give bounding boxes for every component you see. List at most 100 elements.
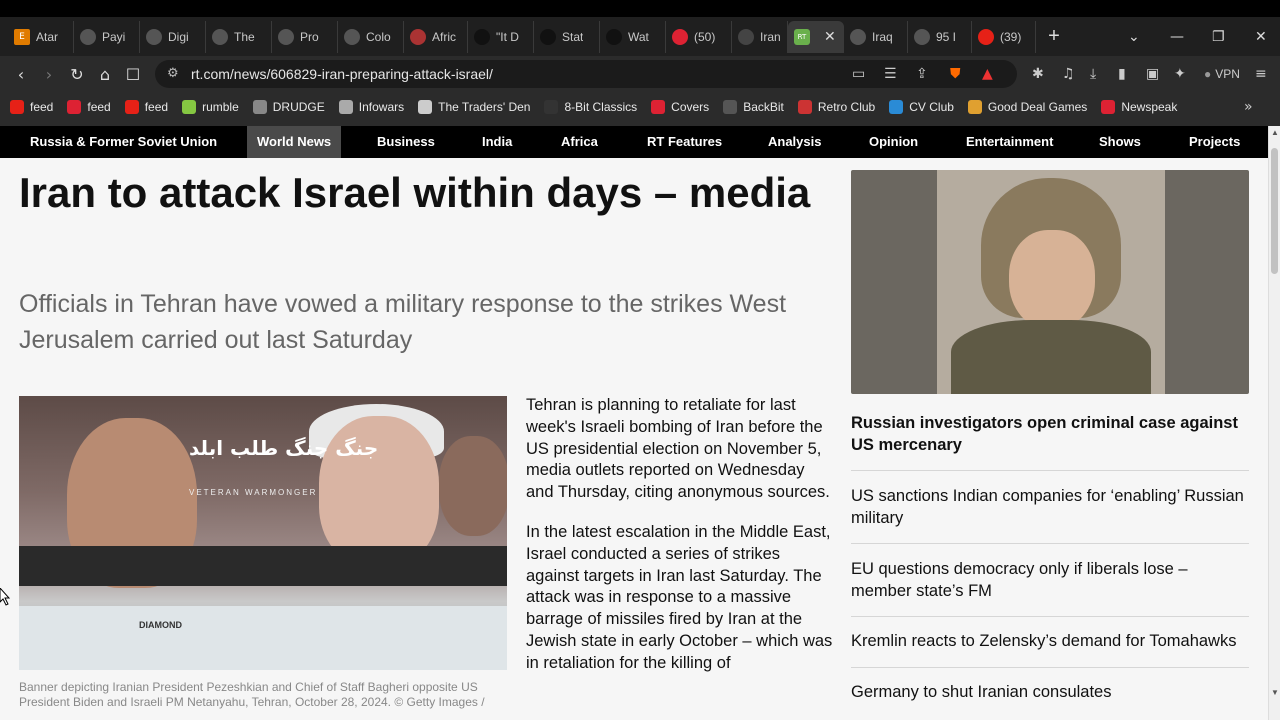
tab-search-icon[interactable]: ⌄: [1128, 17, 1140, 56]
home-icon[interactable]: ⌂: [91, 65, 119, 84]
tab[interactable]: The: [206, 20, 272, 53]
nav-item[interactable]: Russia & Former Soviet Union: [30, 126, 217, 158]
tab-label: (50): [694, 29, 716, 44]
image-store-sign: DIAMOND: [139, 620, 182, 630]
bookmark-icon[interactable]: ☐: [119, 65, 147, 84]
sidebar-news-link[interactable]: Germany to shut Iranian consulates: [851, 681, 1249, 703]
nav-item[interactable]: World News: [247, 126, 342, 158]
globe-icon: [80, 28, 96, 45]
tab[interactable]: "It D: [468, 20, 534, 53]
figure-icon: [410, 28, 426, 45]
nav-item[interactable]: India: [482, 126, 512, 158]
leo-icon[interactable]: ✦: [1174, 56, 1186, 92]
bookmark-item[interactable]: The Traders' Den: [418, 100, 530, 114]
reload-icon[interactable]: ↻: [63, 65, 91, 84]
tab[interactable]: Pro: [272, 20, 338, 53]
nav-item[interactable]: Projects: [1189, 126, 1240, 158]
tab[interactable]: Colo: [338, 20, 404, 53]
tab[interactable]: Iran: [732, 20, 788, 53]
tab[interactable]: Digi: [140, 20, 206, 53]
bookmark-icon: [67, 100, 82, 114]
bookmark-item[interactable]: feed: [10, 100, 53, 114]
sidebar-lead-link[interactable]: Russian investigators open criminal case…: [851, 412, 1249, 456]
tab-close-icon[interactable]: ✕: [824, 28, 836, 45]
sidebar-news-link[interactable]: Kremlin reacts to Zelensky’s demand for …: [851, 630, 1249, 652]
bookmark-item[interactable]: Retro Club: [797, 100, 875, 114]
brave-rewards-icon[interactable]: ▲: [982, 56, 993, 92]
image-caption: Banner depicting Iranian President Pezes…: [19, 680, 485, 709]
tab[interactable]: E Atar: [8, 20, 74, 53]
bookmark-item[interactable]: 8-Bit Classics: [544, 100, 637, 114]
tab[interactable]: Afric: [404, 20, 468, 53]
bookmark-item[interactable]: DRUDGE: [252, 100, 325, 114]
nav-item[interactable]: Analysis: [768, 126, 821, 158]
sidebar-news-link[interactable]: EU questions democracy only if liberals …: [851, 558, 1249, 602]
bookmark-item[interactable]: CV Club: [889, 100, 954, 114]
sidebar-lead-image[interactable]: [851, 170, 1249, 394]
share-icon[interactable]: ⇪: [916, 56, 928, 92]
bookmark-label: Newspeak: [1121, 100, 1178, 114]
tab-label: Stat: [562, 29, 584, 44]
github-icon: [474, 28, 490, 45]
tab-label: Payi: [102, 29, 126, 44]
nav-item[interactable]: Africa: [561, 126, 598, 158]
scroll-up-icon[interactable]: ▲: [1270, 128, 1280, 137]
bookmark-item[interactable]: BackBit: [723, 100, 784, 114]
image-storefront: [19, 606, 507, 670]
tab[interactable]: Iraq: [844, 20, 908, 53]
tab[interactable]: RT ✕: [788, 20, 844, 53]
new-tab-icon[interactable]: +: [1040, 25, 1068, 48]
scroll-down-icon[interactable]: ▼: [1270, 688, 1280, 697]
window-close-icon[interactable]: ✕: [1255, 17, 1267, 56]
minimize-icon[interactable]: —: [1170, 17, 1184, 56]
bookmark-item[interactable]: Infowars: [338, 100, 404, 114]
bookmark-icon: [252, 100, 267, 114]
youtube-icon: [978, 28, 994, 45]
bookmarks-bar: feed feed feed rumble DRUDGE Infowars The Trad…: [0, 92, 1280, 122]
nav-item[interactable]: Shows: [1099, 126, 1141, 158]
mouse-cursor-icon: [0, 588, 10, 606]
scrollbar-thumb[interactable]: [1271, 148, 1278, 274]
more-bookmarks-icon[interactable]: »: [1244, 92, 1253, 122]
bookmark-item[interactable]: feed: [67, 100, 111, 114]
sidebar-icon[interactable]: ▮: [1118, 56, 1126, 92]
vpn-button[interactable]: ● VPN: [1204, 56, 1240, 92]
nav-item[interactable]: Opinion: [869, 126, 918, 158]
scrollbar[interactable]: ▲ ▼: [1268, 126, 1280, 720]
person-icon: [850, 28, 866, 45]
wallet-icon[interactable]: ▣: [1146, 56, 1159, 92]
tab[interactable]: (50): [666, 20, 732, 53]
menu-icon[interactable]: ≡: [1255, 56, 1267, 92]
tab[interactable]: Payi: [74, 20, 140, 53]
forward-icon[interactable]: ›: [35, 65, 63, 84]
extensions-icon[interactable]: ✱: [1032, 56, 1044, 92]
nav-item[interactable]: RT Features: [647, 126, 722, 158]
tab[interactable]: (39): [972, 20, 1036, 53]
bookmark-item[interactable]: feed: [124, 100, 168, 114]
bookmark-item[interactable]: Good Deal Games: [967, 100, 1087, 114]
nav-item[interactable]: Business: [377, 126, 435, 158]
tab-label: Digi: [168, 29, 189, 44]
tab[interactable]: 95 I: [908, 20, 972, 53]
tab[interactable]: Wat: [600, 20, 666, 53]
back-icon[interactable]: ‹: [7, 65, 35, 84]
url-text[interactable]: rt.com/news/606829-iran-preparing-attack…: [191, 66, 493, 82]
tab[interactable]: Stat: [534, 20, 600, 53]
site-settings-icon[interactable]: ⚙: [167, 66, 179, 81]
article-image[interactable]: جنگ جنگ طلب ابلد VETERAN WARMONGER DIAMO…: [19, 396, 507, 670]
bookmark-item[interactable]: Newspeak: [1101, 100, 1177, 114]
nav-item[interactable]: Entertainment: [966, 126, 1053, 158]
cast-icon[interactable]: ▭: [852, 56, 865, 92]
downloads-icon[interactable]: ⤓: [1090, 56, 1096, 92]
bookmark-item[interactable]: rumble: [182, 100, 239, 114]
rt-icon: RT: [794, 28, 810, 45]
media-icon[interactable]: ♫: [1062, 56, 1075, 92]
restore-icon[interactable]: ❐: [1212, 17, 1225, 56]
bookmark-icon: [889, 100, 904, 114]
reader-icon[interactable]: ☰: [884, 56, 897, 92]
bookmark-label: Covers: [671, 100, 710, 114]
sidebar-news-link[interactable]: US sanctions Indian companies for ‘enabl…: [851, 485, 1249, 529]
brave-shield-icon[interactable]: ⛊: [950, 56, 961, 92]
e-icon: E: [14, 28, 30, 45]
bookmark-item[interactable]: Covers: [651, 100, 709, 114]
